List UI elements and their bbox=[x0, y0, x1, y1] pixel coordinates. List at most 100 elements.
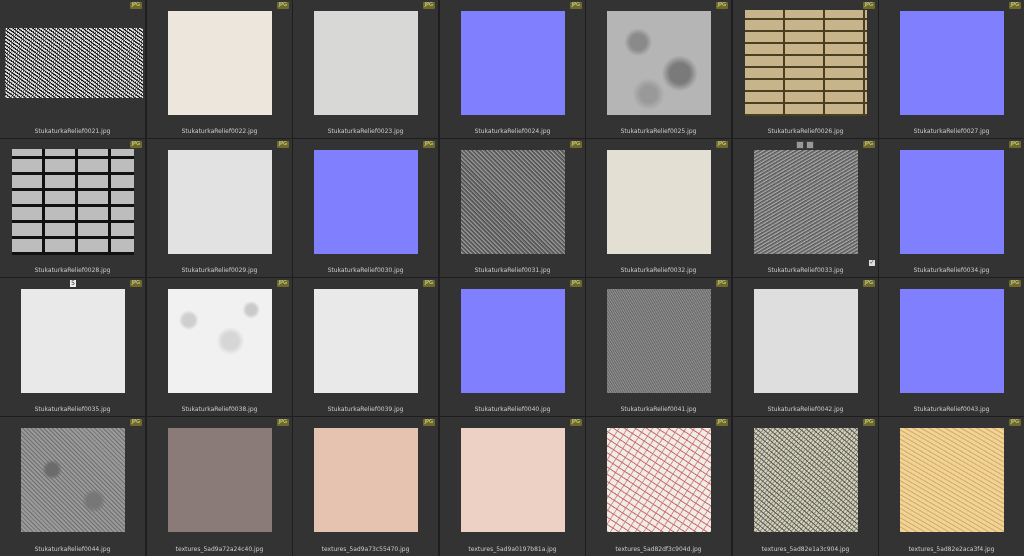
file-name-label: StukaturkaRelief0031.jpg bbox=[474, 267, 551, 274]
texture-thumbnail[interactable] bbox=[168, 428, 272, 532]
file-type-badge: JPG bbox=[1008, 280, 1021, 287]
texture-tile[interactable]: JPG StukaturkaRelief0041.jpg bbox=[586, 278, 731, 416]
file-name-label: textures_5ad9a73c55470.jpg bbox=[321, 546, 410, 553]
texture-thumbnail[interactable] bbox=[461, 428, 565, 532]
file-name-label: StukaturkaRelief0029.jpg bbox=[181, 267, 258, 274]
texture-thumbnail[interactable] bbox=[314, 289, 418, 393]
texture-thumbnail[interactable] bbox=[607, 289, 711, 393]
file-type-badge: JPG bbox=[276, 280, 289, 287]
file-type-badge: JPG bbox=[1008, 2, 1021, 9]
texture-thumbnail[interactable] bbox=[314, 11, 418, 115]
texture-thumbnail[interactable] bbox=[21, 428, 125, 532]
file-type-badge: JPG bbox=[715, 419, 728, 426]
file-name-label: StukaturkaRelief0021.jpg bbox=[34, 128, 111, 135]
file-name-label: textures_5ad9a72a24c40.jpg bbox=[175, 546, 264, 553]
file-type-badge: JPG bbox=[422, 419, 435, 426]
texture-thumbnail[interactable] bbox=[461, 150, 565, 254]
texture-tile[interactable]: JPG StukaturkaRelief0032.jpg bbox=[586, 139, 731, 277]
texture-tile[interactable]: JPG StukaturkaRelief0042.jpg bbox=[733, 278, 878, 416]
file-type-badge: JPG bbox=[422, 141, 435, 148]
file-name-label: StukaturkaRelief0038.jpg bbox=[181, 406, 258, 413]
texture-thumbnail[interactable] bbox=[900, 428, 1004, 532]
file-name-label: textures_5ad82e2aca3f4.jpg bbox=[908, 546, 995, 553]
file-type-badge: JPG bbox=[129, 141, 142, 148]
texture-tile[interactable]: JPG StukaturkaRelief0026.jpg bbox=[733, 0, 878, 138]
file-name-label: StukaturkaRelief0035.jpg bbox=[34, 406, 111, 413]
texture-tile[interactable]: JPG StukaturkaRelief0027.jpg bbox=[879, 0, 1024, 138]
file-type-badge: JPG bbox=[569, 280, 582, 287]
texture-tile[interactable]: JPG StukaturkaRelief0024.jpg bbox=[440, 0, 585, 138]
tile-tool-icons bbox=[796, 141, 814, 149]
file-name-label: StukaturkaRelief0026.jpg bbox=[767, 128, 844, 135]
texture-tile[interactable]: JPG textures_5ad82e1a3c904.jpg bbox=[733, 417, 878, 556]
file-name-label: StukaturkaRelief0027.jpg bbox=[913, 128, 990, 135]
file-type-badge: JPG bbox=[862, 2, 875, 9]
texture-tile[interactable]: JPG textures_5ad82df3c904d.jpg bbox=[586, 417, 731, 556]
file-type-badge: JPG bbox=[569, 141, 582, 148]
texture-tile[interactable]: JPG StukaturkaRelief0030.jpg bbox=[293, 139, 438, 277]
texture-thumbnail[interactable] bbox=[900, 289, 1004, 393]
texture-tile[interactable]: JPG StukaturkaRelief0043.jpg bbox=[879, 278, 1024, 416]
menu-icon[interactable] bbox=[796, 141, 804, 149]
file-name-label: StukaturkaRelief0044.jpg bbox=[34, 546, 111, 553]
file-type-badge: JPG bbox=[569, 419, 582, 426]
texture-tile[interactable]: JPG StukaturkaRelief0021.jpg bbox=[0, 0, 145, 138]
texture-tile[interactable]: JPG StukaturkaRelief0028.jpg bbox=[0, 139, 145, 277]
file-name-label: StukaturkaRelief0028.jpg bbox=[34, 267, 111, 274]
file-name-label: StukaturkaRelief0025.jpg bbox=[620, 128, 697, 135]
checkbox-icon[interactable]: ✓ bbox=[869, 260, 875, 266]
texture-thumbnail[interactable] bbox=[754, 289, 858, 393]
texture-tile[interactable]: JPG StukaturkaRelief0040.jpg bbox=[440, 278, 585, 416]
texture-thumbnail[interactable] bbox=[314, 150, 418, 254]
texture-thumbnail[interactable] bbox=[314, 428, 418, 532]
texture-thumbnail[interactable] bbox=[607, 428, 711, 532]
texture-tile[interactable]: JPG 5 StukaturkaRelief0035.jpg bbox=[0, 278, 145, 416]
texture-thumbnail[interactable] bbox=[754, 150, 858, 254]
texture-tile[interactable]: JPG textures_5ad9a72a24c40.jpg bbox=[147, 417, 292, 556]
file-name-label: StukaturkaRelief0024.jpg bbox=[474, 128, 551, 135]
texture-thumbnail[interactable] bbox=[607, 11, 711, 115]
texture-grid: JPG StukaturkaRelief0021.jpg JPG Stukaturka… bbox=[0, 0, 1024, 556]
texture-thumbnail[interactable] bbox=[21, 289, 125, 393]
file-name-label: StukaturkaRelief0032.jpg bbox=[620, 267, 697, 274]
texture-tile[interactable]: JPG textures_5ad9a0197b81a.jpg bbox=[440, 417, 585, 556]
texture-thumbnail[interactable] bbox=[5, 28, 143, 98]
texture-thumbnail[interactable] bbox=[168, 11, 272, 115]
file-type-badge: JPG bbox=[422, 2, 435, 9]
file-type-badge: JPG bbox=[569, 2, 582, 9]
texture-thumbnail[interactable] bbox=[900, 11, 1004, 115]
edit-icon[interactable] bbox=[806, 141, 814, 149]
file-type-badge: JPG bbox=[129, 280, 142, 287]
texture-tile[interactable]: JPG StukaturkaRelief0034.jpg bbox=[879, 139, 1024, 277]
file-name-label: textures_5ad9a0197b81a.jpg bbox=[468, 546, 557, 553]
texture-tile[interactable]: JPG ✓ StukaturkaRelief0033.jpg bbox=[733, 139, 878, 277]
texture-tile[interactable]: JPG StukaturkaRelief0023.jpg bbox=[293, 0, 438, 138]
texture-tile[interactable]: JPG StukaturkaRelief0038.jpg bbox=[147, 278, 292, 416]
texture-tile[interactable]: JPG StukaturkaRelief0039.jpg bbox=[293, 278, 438, 416]
texture-tile[interactable]: JPG StukaturkaRelief0029.jpg bbox=[147, 139, 292, 277]
texture-thumbnail[interactable] bbox=[168, 289, 272, 393]
file-type-badge: JPG bbox=[1008, 419, 1021, 426]
file-name-label: StukaturkaRelief0023.jpg bbox=[327, 128, 404, 135]
file-type-badge: JPG bbox=[1008, 141, 1021, 148]
texture-tile[interactable]: JPG StukaturkaRelief0031.jpg bbox=[440, 139, 585, 277]
texture-thumbnail[interactable] bbox=[461, 289, 565, 393]
texture-tile[interactable]: JPG textures_5ad9a73c55470.jpg bbox=[293, 417, 438, 556]
texture-tile[interactable]: JPG StukaturkaRelief0025.jpg bbox=[586, 0, 731, 138]
texture-thumbnail[interactable] bbox=[745, 10, 867, 116]
file-name-label: textures_5ad82df3c904d.jpg bbox=[615, 546, 702, 553]
texture-thumbnail[interactable] bbox=[461, 11, 565, 115]
texture-thumbnail[interactable] bbox=[607, 150, 711, 254]
file-type-badge: JPG bbox=[276, 2, 289, 9]
file-type-badge: JPG bbox=[276, 141, 289, 148]
texture-thumbnail[interactable] bbox=[168, 150, 272, 254]
texture-tile[interactable]: JPG textures_5ad82e2aca3f4.jpg bbox=[879, 417, 1024, 556]
texture-thumbnail[interactable] bbox=[754, 428, 858, 532]
texture-tile[interactable]: JPG StukaturkaRelief0022.jpg bbox=[147, 0, 292, 138]
file-type-badge: JPG bbox=[715, 2, 728, 9]
file-name-label: StukaturkaRelief0030.jpg bbox=[327, 267, 404, 274]
count-badge: 5 bbox=[70, 280, 76, 287]
texture-thumbnail[interactable] bbox=[900, 150, 1004, 254]
texture-thumbnail[interactable] bbox=[12, 149, 134, 255]
texture-tile[interactable]: JPG StukaturkaRelief0044.jpg bbox=[0, 417, 145, 556]
